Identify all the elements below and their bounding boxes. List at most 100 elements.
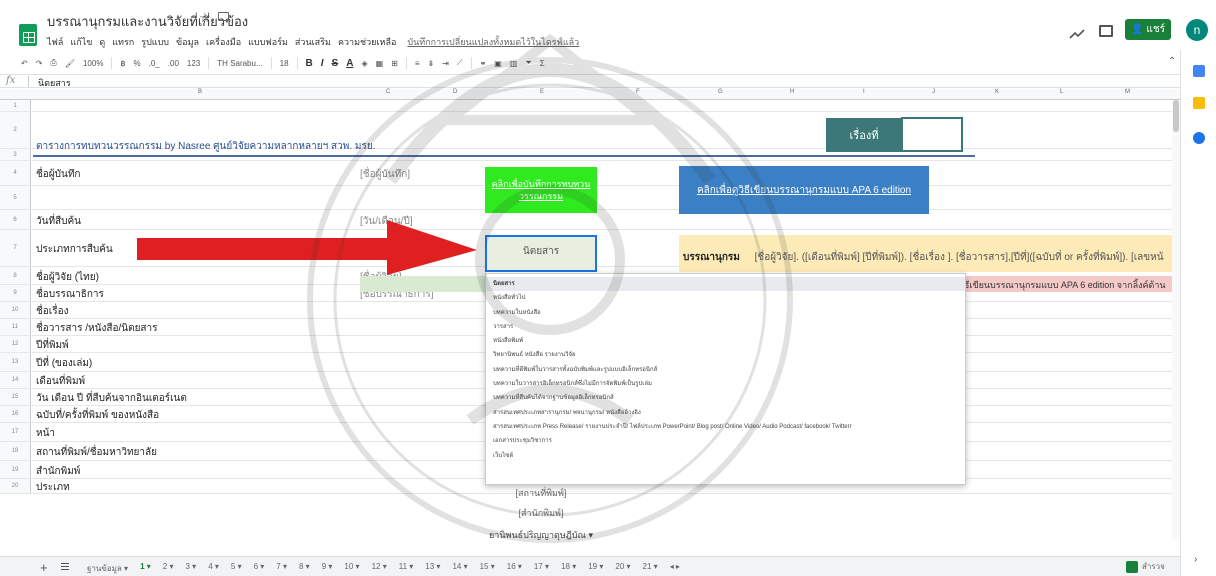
row-number[interactable]: 2 bbox=[0, 112, 31, 148]
explore-button[interactable]: สำรวจ bbox=[1126, 560, 1165, 573]
story-number-cell[interactable] bbox=[901, 117, 963, 152]
type-cell[interactable]: ยานิพนธ์ปริญญาดุษฎีบัณ ▾ bbox=[485, 528, 597, 544]
dropdown-option[interactable]: สารสนเทศประเภทสารานุกรม/ พจนานุกรม/ หนัง… bbox=[486, 406, 965, 420]
sheet-tab[interactable]: ฐานข้อมูล ▾ bbox=[87, 562, 128, 575]
chevron-down-icon[interactable]: ▾ bbox=[326, 562, 332, 571]
sheet-tab[interactable]: 17 ▾ bbox=[534, 562, 549, 575]
insert-link-icon[interactable]: ⚭ bbox=[480, 59, 487, 68]
merge-cells-icon[interactable]: ⊞ bbox=[391, 59, 398, 68]
insert-comment-icon[interactable]: ▣ bbox=[494, 59, 502, 68]
sheet-tab[interactable]: 11 ▾ bbox=[399, 562, 414, 575]
chevron-down-icon[interactable]: ▾ bbox=[380, 562, 387, 571]
dropdown-option[interactable]: บทความที่ตีพิมพ์ในวารสารทั้งฉบับพิมพ์และ… bbox=[486, 363, 965, 377]
row-number[interactable]: 10 bbox=[0, 302, 31, 318]
sheet-tab[interactable]: 7 ▾ bbox=[276, 562, 287, 575]
chevron-down-icon[interactable]: ▾ bbox=[489, 562, 495, 571]
sheet-tab[interactable]: 18 ▾ bbox=[561, 562, 576, 575]
scrollbar-thumb[interactable] bbox=[1173, 100, 1179, 132]
column-header-b[interactable]: B bbox=[198, 89, 202, 95]
chevron-down-icon[interactable]: ▾ bbox=[145, 562, 151, 571]
row-number[interactable]: 1 bbox=[0, 100, 31, 111]
dropdown-option[interactable]: บทความที่สืบค้นได้จากฐานข้อมูลอิเล็กทรอน… bbox=[486, 391, 965, 405]
sheet-tab[interactable]: 2 ▾ bbox=[163, 562, 174, 575]
chevron-down-icon[interactable]: ▾ bbox=[353, 562, 360, 571]
menu-item[interactable]: แทรก bbox=[112, 35, 134, 49]
sheet-tab[interactable]: 14 ▾ bbox=[452, 562, 467, 575]
add-sheet-button[interactable]: + bbox=[40, 560, 48, 575]
column-header-d[interactable]: D bbox=[453, 89, 457, 95]
chevron-down-icon[interactable]: ▾ bbox=[597, 562, 603, 571]
insert-chart-icon[interactable]: ▥ bbox=[510, 59, 518, 68]
sheet-tab[interactable]: 15 ▾ bbox=[480, 562, 495, 575]
row-number[interactable]: 16 bbox=[0, 406, 31, 422]
menu-item[interactable]: เครื่องมือ bbox=[206, 35, 241, 49]
last-edit-link[interactable]: บันทึกการเปลี่ยนแปลงทั้งหมดไว้ในไดรฟ์แล้… bbox=[407, 35, 579, 49]
sheet-tab[interactable]: 8 ▾ bbox=[299, 562, 310, 575]
row-number[interactable]: 12 bbox=[0, 336, 31, 352]
column-header-c[interactable]: C bbox=[386, 89, 390, 95]
dropdown-arrow-icon[interactable]: ▾ bbox=[588, 530, 593, 540]
avatar[interactable]: n bbox=[1186, 19, 1208, 41]
fill-color-icon[interactable]: ◈ bbox=[361, 59, 367, 68]
chevron-down-icon[interactable]: ▾ bbox=[281, 562, 287, 571]
field-value[interactable]: [ชื่อผู้บันทึก] bbox=[360, 167, 410, 182]
text-rotate-icon[interactable]: ⟋ bbox=[457, 58, 463, 68]
sheet-tab[interactable]: 13 ▾ bbox=[425, 562, 440, 575]
field-label[interactable]: ประเภท bbox=[36, 480, 70, 495]
row-number[interactable]: 19 bbox=[0, 461, 31, 478]
field-label[interactable]: ฉบับที่/ครั้งที่พิมพ์ ของหนังสือ bbox=[36, 408, 159, 423]
chevron-down-icon[interactable]: ▾ bbox=[258, 562, 264, 571]
menu-item[interactable]: ดู bbox=[99, 35, 105, 49]
column-header-m[interactable]: M bbox=[1125, 89, 1130, 95]
apa-guide-link[interactable]: คลิกเพื่อดูวิธีเขียนบรรณานุกรมแบบ APA 6 … bbox=[679, 166, 929, 214]
chevron-down-icon[interactable]: ▾ bbox=[407, 562, 413, 571]
dropdown-option[interactable]: เว็บไซต์ bbox=[486, 449, 965, 463]
field-label[interactable]: ชื่อผู้วิจัย (ไทย) bbox=[36, 270, 99, 285]
field-label[interactable]: ชื่อผู้บันทึก bbox=[36, 167, 80, 182]
sheet-tab[interactable]: 12 ▾ bbox=[372, 562, 387, 575]
all-sheets-icon[interactable] bbox=[61, 563, 69, 570]
sheet-tab[interactable]: 3 ▾ bbox=[185, 562, 196, 575]
sheet-tab[interactable]: 10 ▾ bbox=[344, 562, 359, 575]
field-label[interactable]: ปีที่พิมพ์ bbox=[36, 338, 69, 353]
zoom-select[interactable]: 100% bbox=[83, 59, 103, 68]
field-label[interactable]: วันที่สืบค้น bbox=[36, 214, 81, 229]
comment-history-icon[interactable] bbox=[1099, 25, 1113, 37]
chevron-down-icon[interactable]: ▾ bbox=[303, 562, 310, 571]
dropdown-option[interactable]: บทความในวารสารอิเล็กทรอนิกส์ซึ่งไม่มีการ… bbox=[486, 377, 965, 391]
field-label[interactable]: ชื่อวารสาร /หนังสือ/นิตยสาร bbox=[36, 321, 158, 336]
field-label[interactable]: สำนักพิมพ์ bbox=[36, 464, 80, 479]
field-label[interactable]: เดือนที่พิมพ์ bbox=[36, 374, 85, 389]
row-number[interactable]: 13 bbox=[0, 353, 31, 371]
borders-icon[interactable]: ▦ bbox=[376, 59, 384, 68]
place-cell[interactable]: [สถานที่พิมพ์] bbox=[485, 486, 597, 502]
menu-item[interactable]: ส่วนเสริม bbox=[295, 35, 331, 49]
percent-format-button[interactable]: % bbox=[134, 59, 141, 68]
menu-item[interactable]: แก้ไข bbox=[70, 35, 92, 49]
field-label[interactable]: ปีที่ (ของเล่ม) bbox=[36, 356, 92, 371]
row-number[interactable]: 3 bbox=[0, 149, 31, 160]
tasks-icon[interactable] bbox=[1193, 132, 1205, 144]
functions-icon[interactable]: Σ bbox=[540, 59, 545, 68]
vertical-align-icon[interactable]: ⇟ bbox=[428, 59, 435, 68]
sheet-tab[interactable]: 9 ▾ bbox=[322, 562, 333, 575]
collapse-toolbar-icon[interactable]: ⌃ bbox=[1168, 56, 1176, 67]
move-folder-icon[interactable] bbox=[218, 12, 229, 21]
menu-item[interactable]: ไฟล์ bbox=[47, 35, 63, 49]
print-icon[interactable]: ⎙ bbox=[50, 58, 56, 68]
report-title[interactable]: ตารางการทบทวนวรรณกรรม by Nasree ศูนย์วิจ… bbox=[36, 139, 376, 154]
bold-button[interactable]: B bbox=[306, 58, 313, 69]
chevron-down-icon[interactable]: ▾ bbox=[624, 562, 631, 571]
paint-format-icon[interactable]: 🖌 bbox=[65, 59, 75, 68]
row-number[interactable]: 8 bbox=[0, 267, 31, 284]
menu-item[interactable]: รูปแบบ bbox=[141, 35, 169, 49]
sheet-tab[interactable]: 5 ▾ bbox=[231, 562, 242, 575]
field-label[interactable]: ประเภทการสืบค้น bbox=[36, 242, 113, 257]
activity-trend-icon[interactable] bbox=[1069, 28, 1085, 40]
chevron-down-icon[interactable]: ▾ bbox=[543, 562, 549, 571]
row-number[interactable]: 7 bbox=[0, 230, 31, 266]
row-number[interactable]: 5 bbox=[0, 186, 31, 209]
chevron-down-icon[interactable]: ▾ bbox=[190, 562, 196, 571]
font-family-select[interactable]: TH Sarabu... bbox=[217, 59, 262, 68]
chevron-down-icon[interactable]: ▾ bbox=[461, 562, 468, 571]
